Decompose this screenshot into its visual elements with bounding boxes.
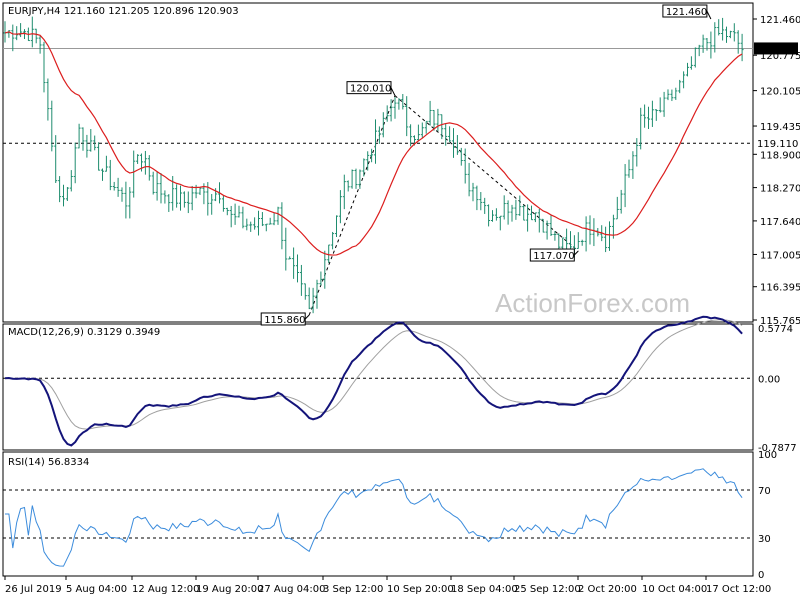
price-y-tick-label: 120.105 (760, 87, 800, 98)
x-tick-label: 12 Aug 12:00 (132, 584, 199, 595)
price-label: 120.010 (350, 84, 391, 95)
x-tick-label: 25 Sep 12:00 (514, 584, 581, 595)
price-y-tick-label: 117.005 (760, 250, 800, 261)
price-label: 115.860 (264, 315, 305, 326)
rsi-y-tick-label: 100 (758, 450, 777, 461)
x-tick-label: 3 Sep 12:00 (323, 584, 383, 595)
x-tick-label: 10 Sep 20:00 (387, 584, 454, 595)
x-tick-label: 17 Oct 12:00 (706, 584, 771, 595)
chart-root: ActionForex.com EURJPY,H4 121.160 121.20… (0, 0, 800, 600)
price-y-tick-label: 116.395 (760, 283, 800, 294)
price-y-tick-label: 117.640 (760, 217, 800, 228)
price-y-tick-label: 121.460 (760, 15, 800, 26)
rsi-y-tick-label: 30 (758, 534, 771, 545)
price-tag: 120.903 (757, 44, 798, 55)
price-y-tick-label: 119.435 (760, 122, 800, 133)
x-tick-label: 27 Aug 04:00 (258, 584, 325, 595)
rsi-y-tick-label: 0 (758, 570, 764, 581)
price-label: 121.460 (666, 7, 707, 18)
watermark: ActionForex.com (495, 288, 690, 318)
price-tag: 119.110 (757, 139, 798, 150)
x-tick-label: 18 Sep 04:00 (451, 584, 518, 595)
macd-y-tick-label: 0.5774 (758, 324, 793, 335)
price-y-tick-label: 118.900 (760, 150, 800, 161)
price-panel-title: EURJPY,H4 121.160 121.205 120.896 120.90… (8, 6, 239, 17)
rsi-y-tick-label: 70 (758, 486, 771, 497)
macd-y-tick-label: 0.00 (758, 374, 780, 385)
macd-panel-title: MACD(12,26,9) 0.3129 0.3949 (8, 327, 160, 338)
x-tick-label: 5 Aug 04:00 (66, 584, 127, 595)
x-tick-label: 2 Oct 20:00 (578, 584, 637, 595)
price-y-tick-label: 118.270 (760, 184, 800, 195)
x-tick-label: 10 Oct 04:00 (642, 584, 707, 595)
rsi-panel-title: RSI(14) 56.8334 (8, 457, 89, 468)
x-tick-label: 19 Aug 20:00 (196, 584, 263, 595)
price-label: 117.070 (533, 251, 574, 262)
x-tick-label: 26 Jul 2019 (5, 584, 62, 595)
